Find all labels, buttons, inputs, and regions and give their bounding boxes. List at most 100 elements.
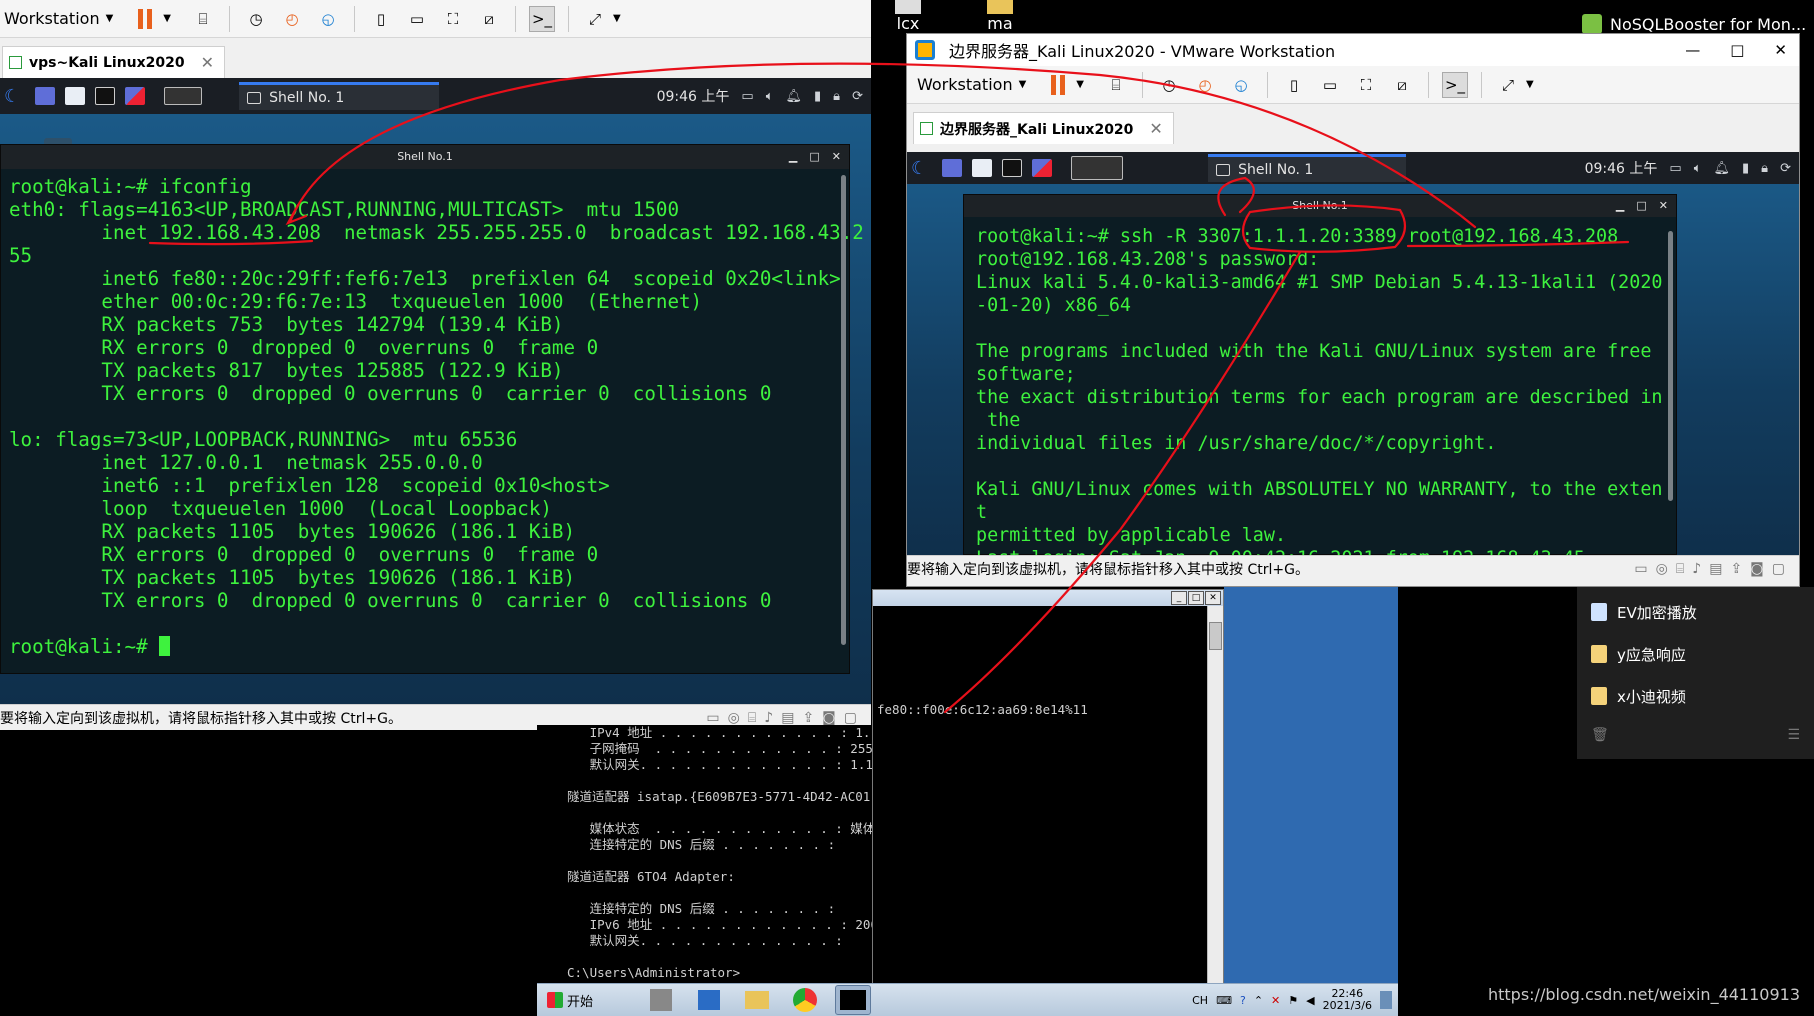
snapshot-button[interactable]: ◷ [243,6,269,32]
bell-icon[interactable]: 🔔︎ [786,89,803,104]
chevron-down-icon[interactable]: ▼ [163,13,171,24]
taskbar-clock[interactable]: 22:46 2021/3/6 [1323,988,1372,1012]
cmd-window-back[interactable]: IPv4 地址 . . . . . . . . . . . . : 1.1.1.… [537,725,1013,983]
pause-button[interactable] [1045,72,1071,98]
network-icon[interactable]: ⌸ [748,710,756,726]
bell-icon[interactable]: 🔔︎ [1714,161,1731,176]
help-icon[interactable]: ? [1240,994,1246,1007]
cmd-titlebar[interactable]: _ □ ✕ [873,590,1223,606]
speaker-icon[interactable]: ◀ [1306,994,1314,1007]
terminal-window[interactable]: Shell No.1 ▁ □ ✕ root@kali:~# ssh -R 330… [963,194,1677,555]
sound-icon[interactable]: ♪ [1692,561,1701,577]
snapshot-manager-button[interactable]: ◵ [315,6,341,32]
network-icon[interactable]: ⌸ [1676,561,1684,577]
display-icon[interactable]: ▭ [741,89,753,104]
volume-icon[interactable]: 🔈︎ [1694,161,1702,176]
network-error-icon[interactable]: ✕ [1271,994,1280,1007]
cdrom-icon[interactable]: ◎ [1656,561,1668,577]
console-view-button[interactable]: >_ [528,5,555,32]
sound-icon[interactable]: ♪ [764,710,773,726]
cmd-scrollbar[interactable] [1207,606,1223,1015]
tab-vps-kali[interactable]: vps~Kali Linux2020 ✕ [2,46,226,78]
scroll-thumb[interactable] [1209,622,1222,650]
taskbar-chrome[interactable] [787,985,823,1015]
minimize-icon[interactable]: _ [1171,591,1187,605]
show-desktop-button[interactable] [1380,991,1392,1009]
start-button[interactable]: 开始 [537,991,603,1010]
terminal-titlebar[interactable]: Shell No.1 ▁ □ ✕ [964,195,1676,217]
close-icon[interactable]: ✕ [1205,591,1221,605]
terminal-scrollbar[interactable] [1668,231,1673,501]
close-icon[interactable]: ✕ [1774,41,1787,59]
minimize-icon[interactable]: ▁ [789,145,797,169]
fullscreen-button[interactable]: ⛶ [440,6,466,32]
maximize-icon[interactable]: □ [1730,41,1744,59]
workspace-switcher[interactable] [1071,156,1124,180]
workspace-switcher[interactable] [164,87,203,105]
taskbar-explorer[interactable] [739,985,775,1015]
taskbar-shell-button[interactable]: Shell No. 1 [239,82,440,110]
unity-button[interactable]: ⧄ [476,6,502,32]
minimize-icon[interactable]: ▁ [1616,195,1624,217]
chevron-down-icon[interactable]: ▼ [1076,79,1084,90]
files-icon[interactable] [972,159,993,177]
flag-icon[interactable]: ⚑ [1288,994,1298,1007]
kali-guest-screen[interactable]: ☾ Shell No. 1 09:46 上午 ▭ 🔈︎ 🔔︎ ▮ 🔒︎ ⟳ Sh… [907,152,1799,555]
kali-dragon-icon[interactable]: ☾ [911,158,927,179]
maximize-icon[interactable]: □ [1188,591,1204,605]
taskbar-powershell[interactable] [691,985,727,1015]
stretch-button[interactable]: ⤢ [1495,72,1521,98]
terminal-titlebar[interactable]: Shell No.1 ▁ □ ✕ [1,145,849,169]
message-icon[interactable]: ▢ [1772,561,1785,577]
snapshot-manager-button[interactable]: ◵ [1228,72,1254,98]
sidebar-view-button[interactable]: ▯ [1281,72,1307,98]
keyboard-icon[interactable]: ⌨ [1216,994,1232,1007]
kali-clock[interactable]: 09:46 上午 [657,86,730,106]
terminal-icon[interactable] [1002,159,1023,177]
close-icon[interactable]: ✕ [1659,195,1668,217]
browser-icon[interactable] [125,87,146,105]
revert-snapshot-button[interactable]: ◴ [1192,72,1218,98]
cdrom-icon[interactable]: ◎ [728,710,740,726]
close-icon[interactable]: ✕ [832,145,841,169]
close-icon[interactable]: ✕ [201,53,214,72]
cmd-output[interactable]: IPv4 地址 . . . . . . . . . . . . : 1.1.1.… [537,725,1013,981]
message-icon[interactable]: ▢ [844,710,857,726]
kali-guest-screen[interactable]: ☾ Shell No. 1 09:46 上午 ▭ 🔈︎ 🔔︎ ▮ 🔒︎ ⟳ Sh… [0,78,871,704]
display-icon[interactable]: ▭ [1669,161,1681,176]
revert-snapshot-button[interactable]: ◴ [279,6,305,32]
console-view-button[interactable]: >_ [1441,71,1468,98]
kali-dragon-icon[interactable]: ☾ [4,86,20,107]
stretch-button[interactable]: ⤢ [582,6,608,32]
camera-icon[interactable]: ◙ [1750,561,1764,577]
maximize-icon[interactable]: □ [809,145,819,169]
trash-icon[interactable]: 🗑︎ [1591,727,1609,743]
fullscreen-button[interactable]: ⛶ [1353,72,1379,98]
camera-icon[interactable]: ◙ [822,710,836,726]
usb-icon[interactable]: ⇪ [802,710,814,726]
chevron-down-icon[interactable]: ▼ [106,13,114,24]
close-icon[interactable]: ✕ [1149,119,1162,138]
power-icon[interactable]: ⟳ [1780,161,1791,176]
taskbar-server-manager[interactable] [643,985,679,1015]
taskbar-shell-button[interactable]: Shell No. 1 [1208,154,1407,182]
workstation-menu[interactable]: Workstation [909,75,1019,94]
hdd-icon[interactable]: ▭ [706,710,719,726]
minimize-icon[interactable]: — [1685,41,1700,59]
hdd-icon[interactable]: ▭ [1634,561,1647,577]
sidebar-view-button[interactable]: ▯ [368,6,394,32]
terminal-scrollbar[interactable] [841,175,846,645]
power-icon[interactable]: ⟳ [852,89,863,104]
side-item-ev[interactable]: EV加密播放 [1577,591,1814,633]
list-icon[interactable]: ☰ [1787,727,1800,743]
side-item-emergency[interactable]: y应急响应 [1577,633,1814,675]
desktop-icon[interactable] [35,87,56,105]
terminal-window[interactable]: Shell No.1 ▁ □ ✕ root@kali:~# ifconfig et… [0,144,864,674]
printer-icon[interactable]: ▤ [1709,561,1722,577]
pause-button[interactable] [132,6,158,32]
ime-indicator[interactable]: CH [1192,994,1208,1007]
workstation-menu[interactable]: Workstation [2,9,106,28]
battery-icon[interactable]: ▮ [1742,161,1749,176]
chevron-down-icon[interactable]: ▼ [1019,79,1027,90]
terminal-icon[interactable] [95,87,116,105]
